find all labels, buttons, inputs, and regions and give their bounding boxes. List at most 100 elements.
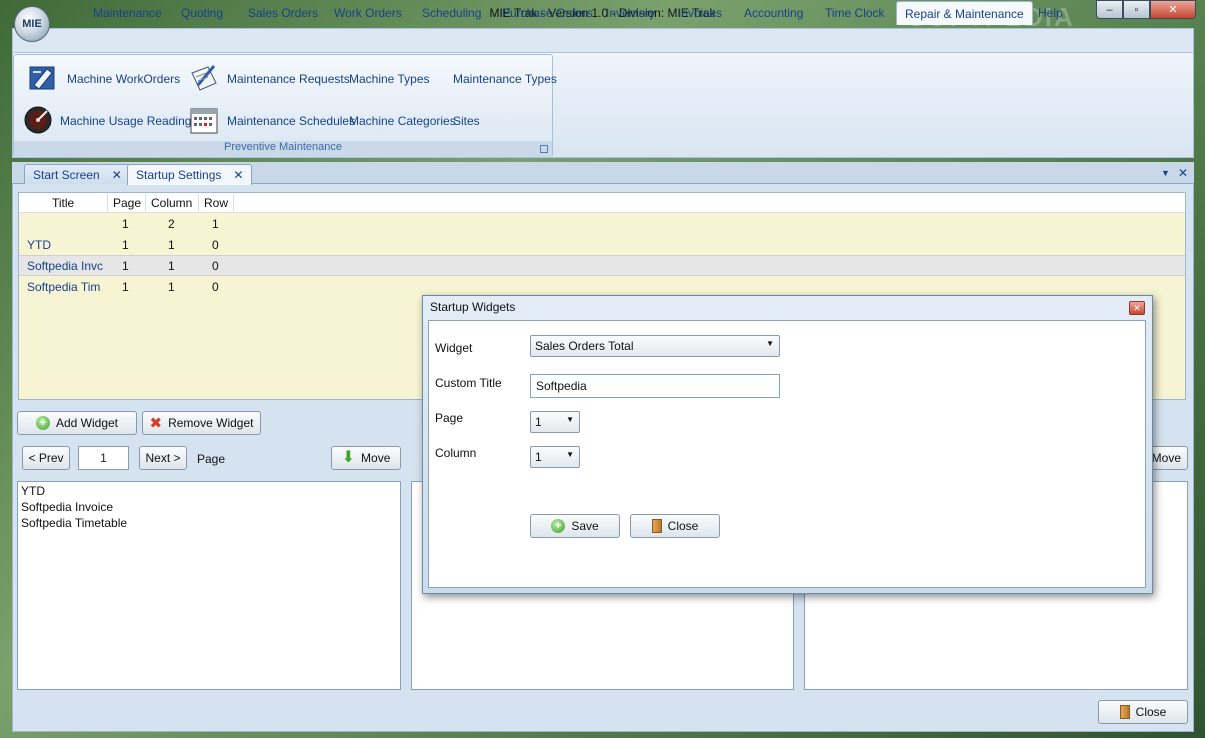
list-item[interactable]: Softpedia Timetable <box>21 516 127 530</box>
close-all-icon[interactable]: ✕ <box>1178 166 1188 180</box>
dialog-page-label: Page <box>435 411 464 425</box>
page-select-value: 1 <box>535 415 542 429</box>
dialog-launcher-icon[interactable] <box>540 145 548 153</box>
tab-invoices[interactable]: Invoices <box>678 6 722 20</box>
cell-page: 1 <box>122 280 129 294</box>
widget-select-value: Sales Orders Total <box>535 339 634 353</box>
save-button[interactable]: + Save <box>530 514 620 538</box>
maintenance-schedules-button[interactable]: Maintenance Schedules <box>227 114 355 128</box>
minimize-button[interactable]: – <box>1096 0 1123 19</box>
tab-help[interactable]: Help <box>1038 6 1063 20</box>
column-header-title[interactable]: Title <box>52 196 74 210</box>
machine-usage-reading-icon <box>21 104 55 136</box>
doc-tab-label: Start Screen <box>33 168 100 182</box>
plus-icon: + <box>35 416 50 430</box>
cell-page: 1 <box>122 238 129 252</box>
close-button[interactable]: Close <box>1098 700 1188 724</box>
app-logo[interactable]: MIE <box>14 6 50 42</box>
tab-maintenance[interactable]: Maintenance <box>93 6 162 20</box>
add-widget-button[interactable]: + Add Widget <box>17 411 137 435</box>
table-row[interactable]: Softpedia Tim 1 1 0 <box>19 276 1185 297</box>
button-label: Save <box>571 519 599 533</box>
machine-types-button[interactable]: Machine Types <box>349 72 430 86</box>
tab-accounting[interactable]: Accounting <box>744 6 803 20</box>
window-controls: – ▫ ✕ <box>1096 0 1196 20</box>
widget-label: Widget <box>435 341 473 355</box>
cell-title: Softpedia Invc <box>27 259 104 273</box>
column-select[interactable]: 1 ▼ <box>530 446 580 468</box>
widget-select[interactable]: Sales Orders Total ▼ <box>530 335 780 357</box>
chevron-down-icon[interactable]: ▼ <box>1161 168 1170 178</box>
custom-title-label: Custom Title <box>435 376 502 390</box>
table-row[interactable]: 1 2 1 <box>19 213 1185 234</box>
tab-sales-orders[interactable]: Sales Orders <box>248 6 318 20</box>
dropdown-arrow-icon: ▼ <box>566 450 574 459</box>
column-header-column[interactable]: Column <box>151 196 192 210</box>
custom-title-input[interactable]: Softpedia <box>530 374 780 398</box>
cell-page: 1 <box>122 259 129 273</box>
page-select[interactable]: 1 ▼ <box>530 411 580 433</box>
prev-button[interactable]: < Prev <box>22 446 70 470</box>
arrow-down-icon: ⬇ <box>341 449 356 466</box>
next-button[interactable]: Next > <box>139 446 187 470</box>
tab-work-orders[interactable]: Work Orders <box>334 6 402 20</box>
remove-widget-button[interactable]: ✖ Remove Widget <box>142 411 261 435</box>
maintenance-requests-icon <box>187 62 221 94</box>
cell-column: 1 <box>168 259 175 273</box>
doc-tab-label: Startup Settings <box>136 168 222 182</box>
table-row[interactable]: YTD 1 1 0 <box>19 234 1185 255</box>
column-header-page[interactable]: Page <box>113 196 141 210</box>
cell-row: 1 <box>212 217 219 231</box>
button-label: Move <box>361 451 391 465</box>
ribbon-group-label: Preventive Maintenance <box>14 141 552 157</box>
doc-tab-startup-settings[interactable]: Startup Settings ✕ <box>127 164 253 185</box>
cell-row: 0 <box>212 259 219 273</box>
table-row-selected[interactable]: Softpedia Invc 1 1 0 <box>19 255 1185 276</box>
machine-categories-button[interactable]: Machine Categories <box>349 114 456 128</box>
tab-inventory[interactable]: Inventory <box>606 6 655 20</box>
column-header-row[interactable]: Row <box>204 196 228 210</box>
column-divider <box>233 194 234 212</box>
column-divider <box>107 194 108 212</box>
button-label: Move <box>1151 451 1181 465</box>
x-icon: ✖ <box>149 414 163 432</box>
tab-purchase-orders[interactable]: Purchase Orders <box>502 6 593 20</box>
tab-time-clock[interactable]: Time Clock <box>825 6 885 20</box>
list-item[interactable]: YTD <box>21 484 45 498</box>
maximize-button[interactable]: ▫ <box>1123 0 1150 19</box>
list-item[interactable]: Softpedia Invoice <box>21 500 113 514</box>
cell-column: 1 <box>168 238 175 252</box>
window-close-button[interactable]: ✕ <box>1150 0 1196 19</box>
cell-row: 0 <box>212 238 219 252</box>
machine-workorders-button[interactable]: Machine WorkOrders <box>67 72 180 86</box>
column-divider <box>145 194 146 212</box>
button-label: Close <box>1135 705 1167 719</box>
tab-repair-maintenance[interactable]: Repair & Maintenance <box>896 1 1033 25</box>
machine-usage-reading-button[interactable]: Machine Usage Reading <box>60 114 191 128</box>
move-button[interactable]: ⬇ Move <box>331 446 401 470</box>
tab-quoting[interactable]: Quoting <box>181 6 223 20</box>
dropdown-arrow-icon: ▼ <box>566 415 574 424</box>
plus-icon: + <box>551 519 566 533</box>
maintenance-types-button[interactable]: Maintenance Types <box>453 72 557 86</box>
page-number-input[interactable]: 1 <box>78 446 129 470</box>
dialog-close-icon[interactable]: ✕ <box>1129 301 1145 315</box>
dialog-close-button[interactable]: Close <box>630 514 720 538</box>
machine-workorders-icon <box>26 62 60 94</box>
ribbon-tab-strip <box>12 28 1194 53</box>
dialog-title: Startup Widgets <box>430 300 516 314</box>
grid-header <box>19 193 1185 213</box>
close-icon[interactable]: ✕ <box>112 168 122 182</box>
close-icon[interactable]: ✕ <box>233 168 243 182</box>
tab-scheduling[interactable]: Scheduling <box>422 6 481 20</box>
doc-tab-start-screen[interactable]: Start Screen ✕ <box>24 164 131 184</box>
door-icon <box>1119 705 1130 719</box>
maintenance-requests-button[interactable]: Maintenance Requests <box>227 72 350 86</box>
page-label: Page <box>197 452 226 466</box>
cell-row: 0 <box>212 280 219 294</box>
cell-column: 1 <box>168 280 175 294</box>
button-label: Close <box>667 519 699 533</box>
cell-page: 1 <box>122 217 129 231</box>
sites-button[interactable]: Sites <box>453 114 480 128</box>
cell-title: Softpedia Tim <box>27 280 101 294</box>
